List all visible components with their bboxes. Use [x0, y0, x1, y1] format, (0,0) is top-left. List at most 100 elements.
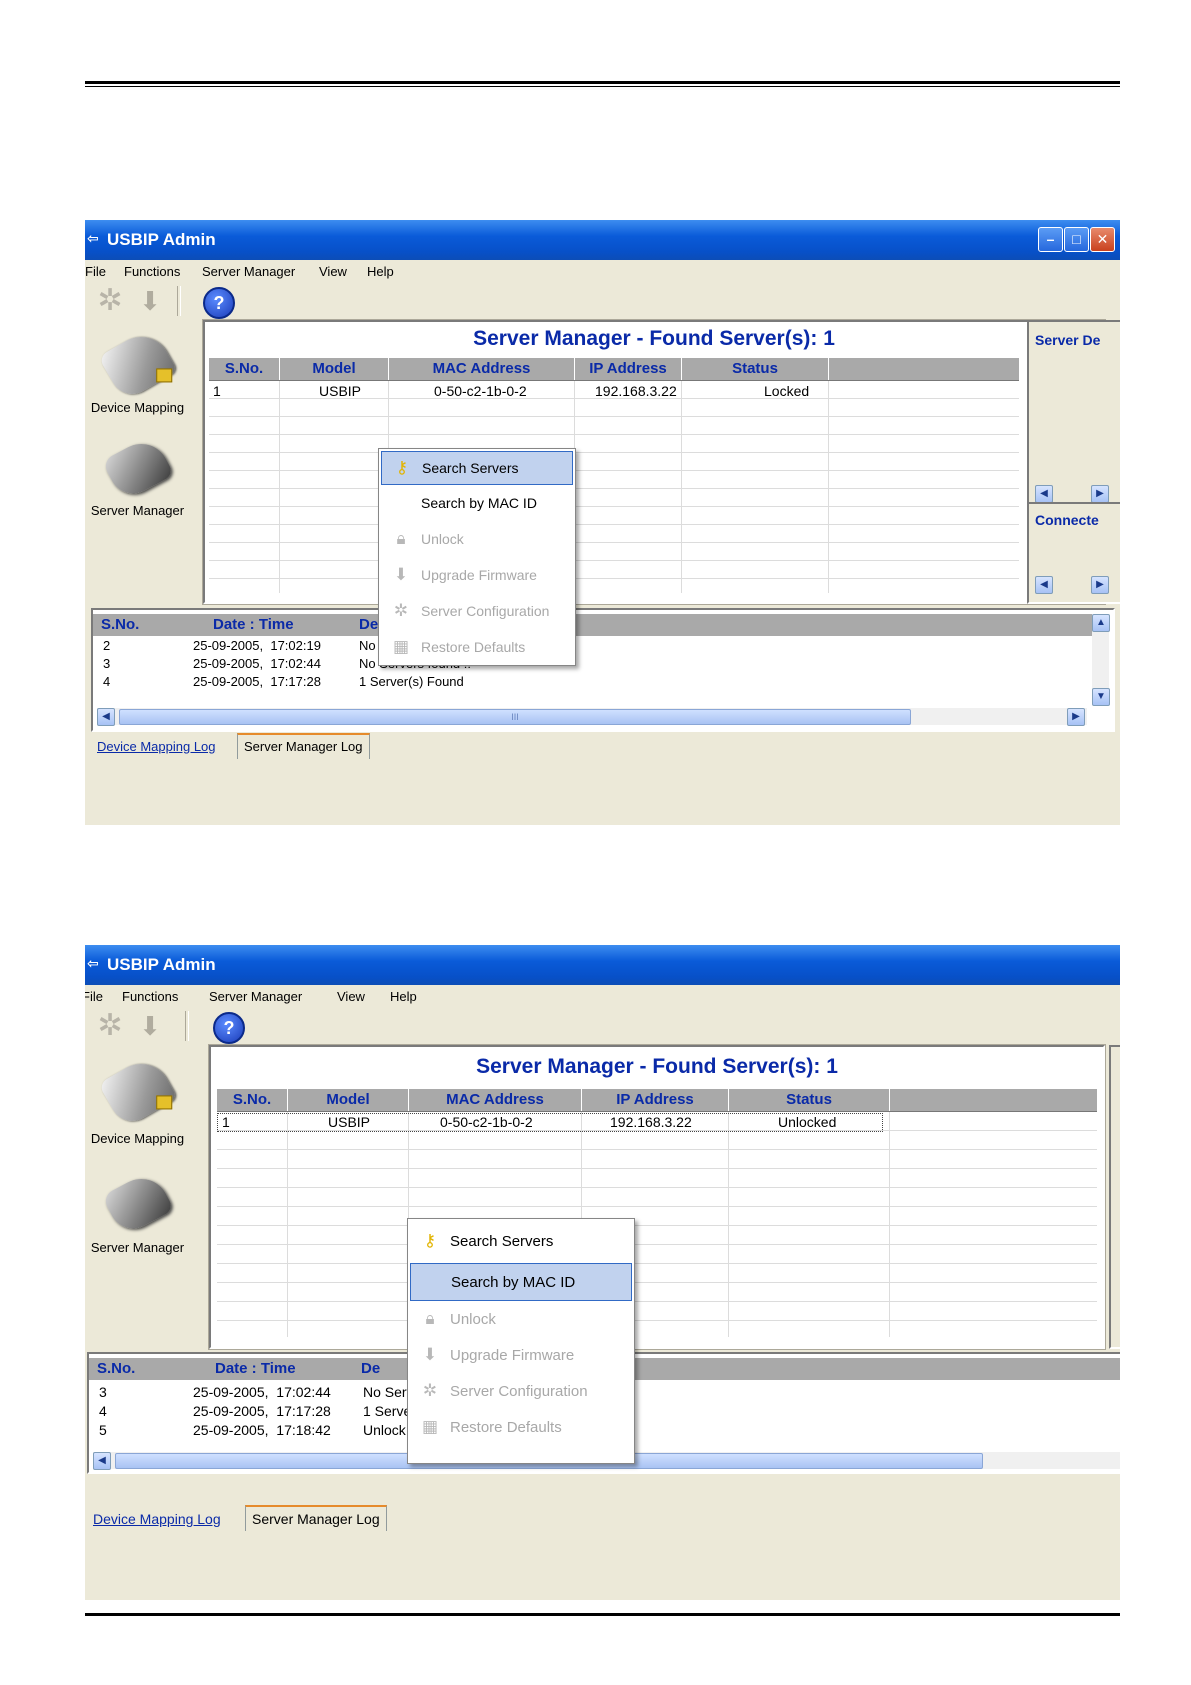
tab-server-manager-log[interactable]: Server Manager Log [237, 733, 370, 759]
menu-view[interactable]: View [319, 264, 347, 279]
log-column-header[interactable]: S.No. [101, 614, 139, 636]
table-row[interactable]: 1 USBIP 0-50-c2-1b-0-2 192.168.3.22 Unlo… [217, 1113, 883, 1132]
scrollbar-thumb[interactable]: III [119, 709, 911, 725]
column-header[interactable]: Status [729, 1089, 890, 1111]
sidebar-item-device-mapping[interactable]: Device Mapping [85, 325, 190, 415]
menu-server-manager[interactable]: Server Manager [202, 264, 295, 279]
scroll-right-icon[interactable]: ▶ [1067, 708, 1085, 726]
menu-functions[interactable]: Functions [124, 264, 180, 279]
log-sno: 5 [99, 1422, 107, 1438]
scroll-left-icon[interactable]: ◀ [97, 708, 115, 726]
menu-item-search-servers[interactable]: ⚷ Search Servers [381, 451, 573, 485]
menu-item-unlock: 🔒︎ Unlock [410, 1301, 632, 1337]
restore-icon: ▦ [392, 637, 410, 656]
header-rule-thin [85, 86, 1120, 87]
log-column-header[interactable]: S.No. [97, 1358, 135, 1380]
table-grid [209, 381, 1019, 593]
table-header: S.No. Model MAC Address IP Address Statu… [209, 358, 1019, 381]
column-header[interactable]: MAC Address [409, 1089, 582, 1111]
key-icon: ⚷ [395, 458, 409, 477]
gear-icon[interactable]: ✲ [93, 284, 127, 318]
log-tabs: Device Mapping Log Server Manager Log [91, 733, 491, 759]
cell-model: USBIP [319, 383, 362, 399]
log-column-header[interactable]: Date : Time [213, 614, 294, 636]
sidebar-item-server-manager[interactable]: Server Manager [85, 1169, 190, 1255]
scroll-left-icon[interactable]: ◀ [1035, 576, 1053, 594]
log-panel: S.No. Date : Time Description 2 25-09-20… [91, 608, 1115, 732]
tab-server-manager-log[interactable]: Server Manager Log [245, 1505, 387, 1531]
tab-device-mapping-log[interactable]: Device Mapping Log [91, 737, 222, 757]
sidebar-item-label: Device Mapping [90, 400, 185, 415]
menu-item-search-by-mac[interactable]: Search by MAC ID [381, 487, 573, 519]
scroll-left-icon[interactable]: ◀ [1035, 485, 1053, 503]
log-row[interactable]: 4 25-09-2005, 17:17:28 1 Server(s) Found [93, 674, 1093, 692]
log-sno: 4 [103, 674, 111, 689]
log-row[interactable]: 3 25-09-2005, 17:02:44 No Servers found … [93, 656, 1093, 674]
menu-view[interactable]: View [337, 989, 365, 1004]
log-datetime: 25-09-2005, 17:17:28 [193, 1403, 331, 1419]
menu-file[interactable]: File [85, 264, 106, 279]
scroll-up-icon[interactable]: ▲ [1092, 614, 1110, 632]
cell-sno: 1 [222, 1114, 230, 1130]
toolbar: ✲ ⬇ ? [85, 282, 1120, 320]
column-header[interactable]: IP Address [582, 1089, 729, 1111]
column-header[interactable]: S.No. [217, 1089, 288, 1111]
server-details-panel: Server De ◀ ▶ [1027, 320, 1120, 504]
menu-server-manager[interactable]: Server Manager [209, 989, 302, 1004]
sidebar-item-server-manager[interactable]: Server Manager [85, 434, 190, 518]
log-sno: 3 [103, 656, 111, 671]
column-header[interactable]: MAC Address [389, 358, 575, 380]
maximize-icon[interactable]: □ [1064, 227, 1089, 252]
menu-functions[interactable]: Functions [122, 989, 178, 1004]
column-header[interactable]: IP Address [575, 358, 682, 380]
server-device-icon [101, 434, 174, 502]
column-header[interactable]: Model [288, 1089, 409, 1111]
firmware-icon: ⬇ [393, 565, 409, 584]
title-bar[interactable]: ⇦ USBIP Admin – □ ✕ [85, 220, 1120, 260]
context-menu: ⚷ Search Servers Search by MAC ID 🔒︎ Unl… [378, 448, 576, 666]
scroll-left-icon[interactable]: ◀ [93, 1452, 111, 1470]
minimize-icon[interactable]: – [1038, 227, 1063, 252]
menu-bar: File Functions Server Manager View Help [85, 985, 1120, 1005]
help-icon[interactable]: ? [203, 287, 235, 319]
column-header[interactable]: Status [682, 358, 829, 380]
sidebar-item-device-mapping[interactable]: Device Mapping [85, 1052, 190, 1146]
log-row[interactable]: 2 25-09-2005, 17:02:19 No Servers found … [93, 638, 1093, 656]
log-column-header[interactable]: De [361, 1358, 380, 1380]
log-sno: 4 [99, 1403, 107, 1419]
column-header[interactable]: Model [280, 358, 389, 380]
help-icon[interactable]: ? [213, 1012, 245, 1044]
download-icon[interactable]: ⬇ [133, 284, 167, 318]
menu-item-restore-defaults: ▦ Restore Defaults [421, 1417, 562, 1436]
window-controls: – □ ✕ [1036, 227, 1120, 253]
table-row[interactable]: 1 USBIP 0-50-c2-1b-0-2 192.168.3.22 Lock… [209, 382, 1019, 400]
scroll-down-icon[interactable]: ▼ [1092, 688, 1110, 706]
config-gear-icon: ✲ [422, 1381, 438, 1400]
toolbar-separator [185, 1011, 189, 1041]
gear-icon[interactable]: ✲ [93, 1009, 127, 1043]
cell-sno: 1 [213, 383, 221, 399]
sidebar: Device Mapping Server Manager [85, 1045, 190, 1345]
toolbar-separator [177, 286, 181, 316]
close-icon[interactable]: ✕ [1090, 227, 1115, 252]
screenshot-locked: ⇦ USBIP Admin – □ ✕ File Functions Serve… [85, 220, 1120, 825]
window-title: USBIP Admin [107, 230, 216, 249]
menu-help[interactable]: Help [390, 989, 417, 1004]
scroll-right-icon[interactable]: ▶ [1091, 576, 1109, 594]
download-icon[interactable]: ⬇ [133, 1009, 167, 1043]
scroll-right-icon[interactable]: ▶ [1091, 485, 1109, 503]
log-datetime: 25-09-2005, 17:02:19 [193, 638, 321, 653]
tab-device-mapping-log[interactable]: Device Mapping Log [87, 1509, 227, 1529]
column-header[interactable]: S.No. [209, 358, 280, 380]
menu-item-search-by-mac[interactable]: Search by MAC ID [410, 1263, 632, 1301]
log-datetime: 25-09-2005, 17:02:44 [193, 656, 321, 671]
log-column-header[interactable]: Date : Time [215, 1358, 296, 1380]
menu-item-upgrade-firmware: ⬇ Upgrade Firmware [410, 1337, 632, 1373]
menu-file[interactable]: File [85, 989, 103, 1004]
menu-item-search-servers[interactable]: ⚷ Search Servers [410, 1223, 632, 1259]
log-horizontal-scrollbar[interactable]: ◀ III ▶ [97, 708, 1087, 726]
log-tabs: Device Mapping Log Server Manager Log [87, 1505, 487, 1531]
log-vertical-scrollbar[interactable]: ▲ ▼ [1092, 614, 1110, 706]
title-bar[interactable]: ⇦ USBIP Admin [85, 945, 1120, 985]
menu-help[interactable]: Help [367, 264, 394, 279]
